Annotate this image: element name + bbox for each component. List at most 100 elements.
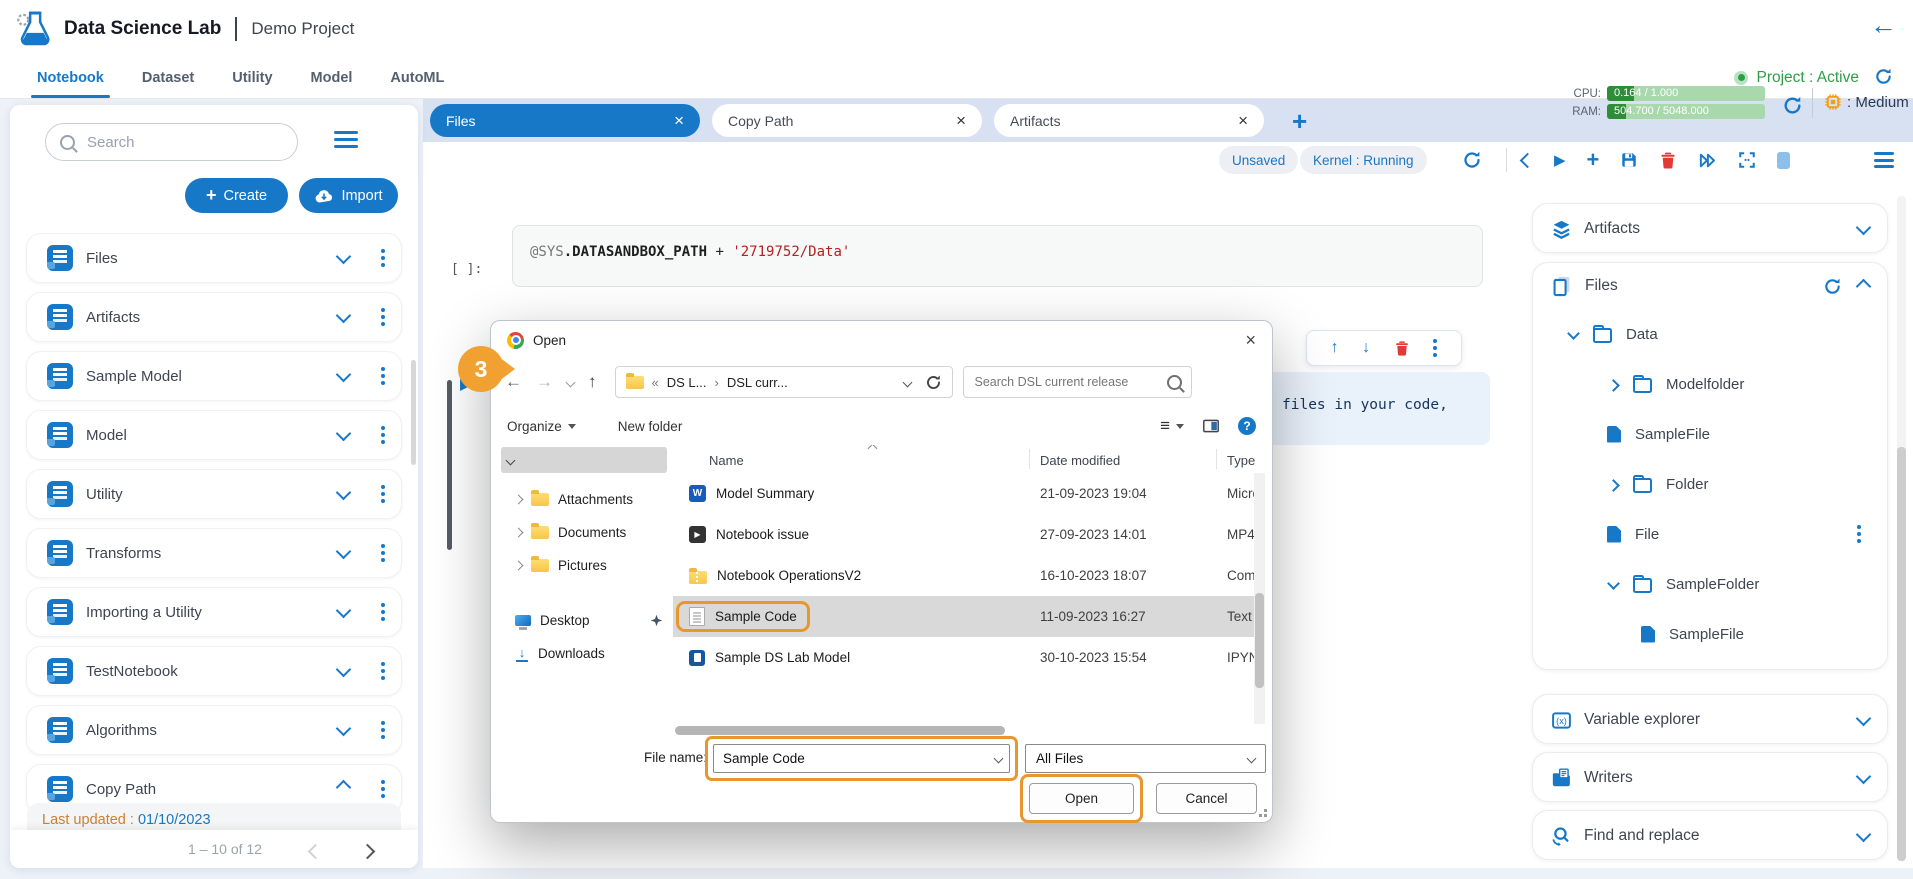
close-tab-icon[interactable]: × bbox=[956, 111, 966, 131]
back-arrow-icon[interactable]: ← bbox=[1870, 12, 1897, 39]
horizontal-scrollbar[interactable] bbox=[675, 726, 1005, 735]
dialog-refresh-icon[interactable] bbox=[925, 374, 942, 391]
editor-menu-icon[interactable] bbox=[1874, 142, 1894, 178]
nav-tab[interactable]: Dataset bbox=[142, 57, 194, 98]
vertical-scrollbar[interactable] bbox=[1254, 473, 1265, 724]
tree-item[interactable]: Data bbox=[1533, 309, 1887, 359]
sidebar-item[interactable]: Model bbox=[26, 410, 402, 460]
file-row[interactable]: Sample Code 11-09-2023 16:27 Text bbox=[673, 596, 1265, 637]
nav-folder-item[interactable]: Pictures bbox=[499, 549, 671, 582]
column-type[interactable]: Type bbox=[1227, 453, 1255, 468]
delete-cell-icon[interactable] bbox=[1394, 340, 1410, 356]
item-menu-icon[interactable] bbox=[381, 780, 385, 799]
preview-pane-icon[interactable] bbox=[1202, 417, 1220, 435]
item-menu-icon[interactable] bbox=[381, 721, 385, 740]
expand-chevron-icon[interactable] bbox=[514, 528, 524, 538]
sidebar-item[interactable]: Files bbox=[26, 233, 402, 283]
nav-desktop-item[interactable]: Desktop bbox=[499, 604, 671, 637]
writers-section[interactable]: Writers bbox=[1532, 752, 1888, 802]
kernel-refresh-icon[interactable] bbox=[1462, 150, 1482, 170]
item-menu-icon[interactable] bbox=[381, 249, 385, 268]
sidebar-scrollbar[interactable] bbox=[411, 360, 416, 465]
file-row[interactable]: Sample DS Lab Model 30-10-2023 15:54 IPY… bbox=[673, 637, 1265, 678]
editor-tab[interactable]: Artifacts × bbox=[994, 104, 1264, 137]
nav-tab[interactable]: Model bbox=[311, 57, 353, 98]
tree-expander-icon[interactable] bbox=[1607, 578, 1619, 590]
chevron-down-icon[interactable] bbox=[1858, 220, 1869, 238]
sidebar-item[interactable]: Transforms bbox=[26, 528, 402, 578]
breadcrumb-segment[interactable]: DS L... bbox=[667, 375, 707, 390]
expand-chevron-icon[interactable] bbox=[338, 367, 349, 385]
nav-up-icon[interactable]: ↑ bbox=[588, 372, 597, 392]
breadcrumb-box[interactable]: « DS L... › DSL curr... bbox=[615, 366, 953, 398]
sidebar-item[interactable]: Utility bbox=[26, 469, 402, 519]
nav-folder-item[interactable]: Documents bbox=[499, 516, 671, 549]
nav-forward-icon[interactable]: → bbox=[536, 372, 553, 392]
nav-tab[interactable]: AutoML bbox=[390, 57, 444, 98]
new-folder-button[interactable]: New folder bbox=[618, 419, 683, 434]
dialog-titlebar[interactable]: Open × bbox=[491, 321, 1272, 359]
new-tab-button[interactable]: + bbox=[1292, 108, 1307, 134]
nav-history-icon[interactable] bbox=[566, 377, 576, 387]
item-menu-icon[interactable] bbox=[381, 426, 385, 445]
item-menu-icon[interactable] bbox=[381, 603, 385, 622]
collapse-left-icon[interactable] bbox=[1520, 152, 1536, 168]
breadcrumb-segment[interactable]: DSL curr... bbox=[727, 375, 788, 390]
chevron-down-icon[interactable] bbox=[1858, 769, 1869, 787]
resize-grip[interactable] bbox=[1259, 809, 1267, 817]
item-menu-icon[interactable] bbox=[381, 544, 385, 563]
expand-chevron-icon[interactable] bbox=[338, 249, 349, 267]
expand-chevron-icon[interactable] bbox=[338, 544, 349, 562]
next-page-button[interactable] bbox=[362, 844, 373, 862]
delete-cell-icon[interactable] bbox=[1659, 151, 1677, 169]
expand-chevron-icon[interactable] bbox=[338, 603, 349, 621]
expand-chevron-icon[interactable] bbox=[338, 721, 349, 739]
sidebar-item[interactable]: TestNotebook bbox=[26, 646, 402, 696]
import-button[interactable]: Import bbox=[299, 178, 398, 213]
file-row[interactable]: Notebook OperationsV2 16-10-2023 18:07 C… bbox=[673, 555, 1265, 596]
file-row[interactable]: Notebook issue 27-09-2023 14:01 MP4 bbox=[673, 514, 1265, 555]
file-name-input[interactable] bbox=[713, 744, 1010, 773]
breadcrumb-dropdown-icon[interactable] bbox=[902, 377, 912, 387]
search-input[interactable] bbox=[85, 133, 259, 152]
expand-chevron-icon[interactable] bbox=[338, 308, 349, 326]
collapse-chevron-icon[interactable] bbox=[1856, 278, 1872, 294]
scrollbar-thumb[interactable] bbox=[1897, 447, 1906, 861]
tree-item[interactable]: SampleFolder bbox=[1533, 559, 1887, 609]
open-button[interactable]: Open bbox=[1029, 783, 1134, 814]
file-type-select[interactable]: All Files bbox=[1025, 744, 1266, 773]
project-refresh-icon[interactable] bbox=[1874, 67, 1893, 86]
interrupt-kernel-icon[interactable] bbox=[1777, 152, 1790, 169]
editor-tab[interactable]: Copy Path × bbox=[712, 104, 982, 137]
nav-selected-item[interactable] bbox=[501, 447, 667, 473]
expand-chevron-icon[interactable] bbox=[514, 561, 524, 571]
files-section-header[interactable]: Files bbox=[1533, 263, 1887, 309]
item-menu-icon[interactable] bbox=[381, 662, 385, 681]
nav-downloads-item[interactable]: ↓ Downloads bbox=[499, 637, 671, 670]
close-tab-icon[interactable]: × bbox=[1238, 111, 1248, 131]
view-mode-button[interactable]: ≡ bbox=[1160, 416, 1184, 436]
sidebar-menu-icon[interactable] bbox=[334, 131, 358, 148]
fullscreen-icon[interactable] bbox=[1738, 151, 1756, 169]
nav-folder-item[interactable]: Attachments bbox=[499, 483, 671, 516]
breadcrumb-ellipsis[interactable]: « bbox=[652, 375, 659, 390]
tree-item[interactable]: SampleFile bbox=[1533, 609, 1887, 659]
dialog-close-icon[interactable]: × bbox=[1245, 330, 1256, 351]
chevron-down-icon[interactable] bbox=[1858, 711, 1869, 729]
refresh-files-icon[interactable] bbox=[1823, 277, 1842, 296]
tree-item-menu-icon[interactable] bbox=[1857, 525, 1861, 544]
file-row[interactable]: Model Summary 21-09-2023 19:04 Micro bbox=[673, 473, 1265, 514]
tree-expander-icon[interactable] bbox=[1607, 478, 1619, 490]
expand-chevron-icon[interactable] bbox=[338, 485, 349, 503]
right-panel-scrollbar[interactable] bbox=[1897, 196, 1906, 860]
cancel-button[interactable]: Cancel bbox=[1156, 783, 1257, 814]
tree-item[interactable]: File bbox=[1533, 509, 1887, 559]
sidebar-item[interactable]: Artifacts bbox=[26, 292, 402, 342]
chevron-down-icon[interactable] bbox=[1858, 827, 1869, 845]
artifacts-section[interactable]: Artifacts bbox=[1532, 203, 1888, 253]
run-all-icon[interactable] bbox=[1698, 151, 1717, 170]
resources-refresh-icon[interactable] bbox=[1782, 95, 1803, 116]
cell-menu-icon[interactable] bbox=[1433, 339, 1437, 358]
column-name[interactable]: Name bbox=[709, 453, 744, 468]
expand-chevron-icon[interactable] bbox=[338, 426, 349, 444]
